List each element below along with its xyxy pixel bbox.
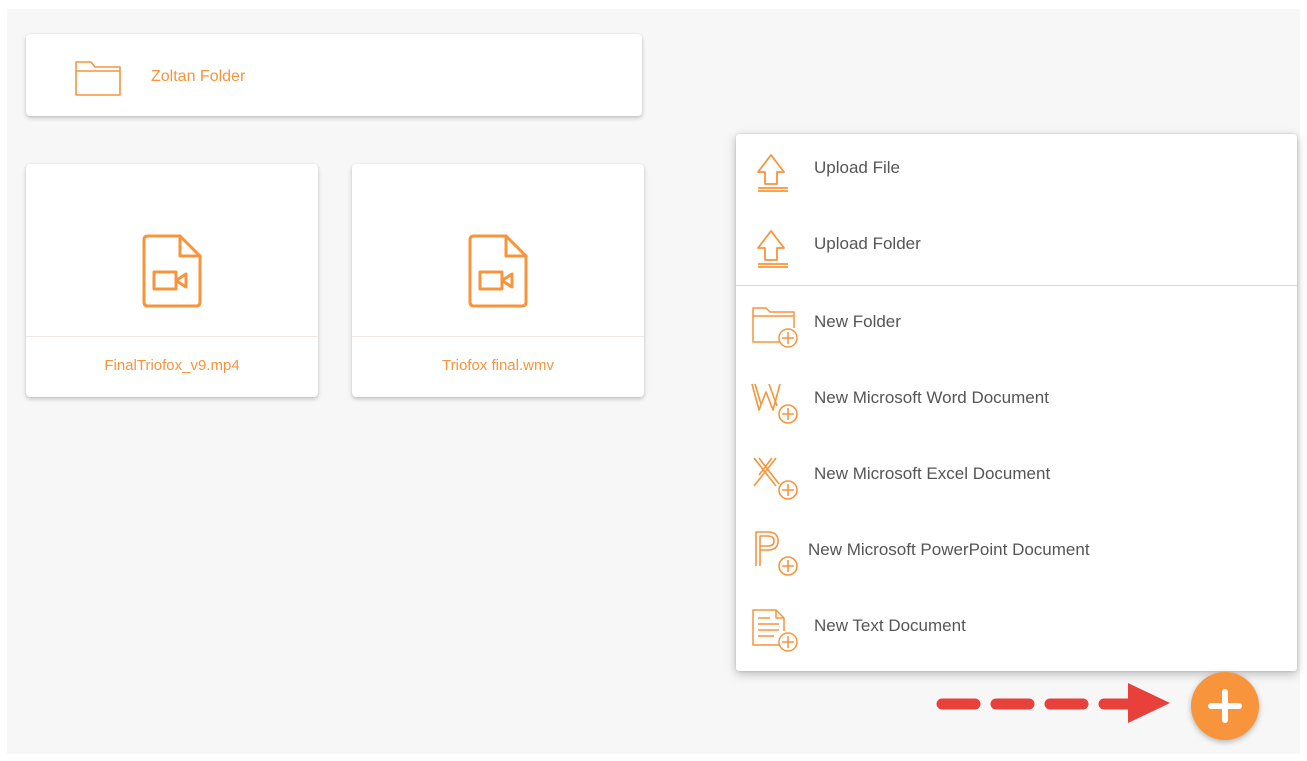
menu-item-label: New Microsoft Word Document	[814, 388, 1049, 407]
file-preview	[352, 164, 644, 337]
file-browser-workspace: Zoltan Folder FinalTriofox_v9.mp4 Triofo…	[7, 9, 1300, 754]
upload-icon	[757, 230, 788, 268]
menu-item-label: New Microsoft PowerPoint Document	[808, 540, 1090, 559]
file-name: Triofox final.wmv	[442, 357, 554, 374]
menu-new-word[interactable]: New Microsoft Word Document	[736, 368, 1297, 428]
new-powerpoint-icon	[755, 531, 798, 576]
menu-upload-folder[interactable]: Upload Folder	[736, 214, 1297, 274]
file-card-finaltriofox[interactable]: FinalTriofox_v9.mp4	[26, 164, 318, 397]
new-item-menu: Upload File Upload Folder New Folder New…	[736, 134, 1297, 671]
new-excel-icon	[753, 457, 798, 500]
file-preview	[26, 164, 318, 337]
menu-upload-file[interactable]: Upload File	[736, 138, 1297, 198]
new-text-icon	[752, 609, 798, 652]
new-folder-icon	[752, 307, 798, 348]
file-card-triofox-final[interactable]: Triofox final.wmv	[352, 164, 644, 397]
plus-icon	[1208, 689, 1242, 723]
dashed-arrow-icon	[936, 683, 1170, 723]
menu-new-powerpoint[interactable]: New Microsoft PowerPoint Document	[736, 520, 1297, 580]
video-file-icon	[468, 234, 528, 308]
add-button[interactable]	[1191, 672, 1259, 740]
menu-item-label: New Folder	[814, 312, 901, 331]
menu-divider	[736, 285, 1297, 286]
menu-item-label: Upload Folder	[814, 234, 921, 253]
folder-name: Zoltan Folder	[151, 68, 246, 85]
upload-icon	[757, 154, 788, 192]
file-name: FinalTriofox_v9.mp4	[104, 357, 240, 374]
menu-new-folder[interactable]: New Folder	[736, 292, 1297, 352]
video-file-icon	[142, 234, 202, 308]
menu-new-text[interactable]: New Text Document	[736, 596, 1297, 656]
menu-item-label: New Text Document	[814, 616, 966, 635]
folder-card-zoltan[interactable]: Zoltan Folder	[26, 34, 642, 116]
menu-item-label: Upload File	[814, 158, 900, 177]
menu-item-label: New Microsoft Excel Document	[814, 464, 1051, 483]
folder-icon	[75, 61, 121, 96]
menu-new-excel[interactable]: New Microsoft Excel Document	[736, 444, 1297, 504]
new-word-icon	[751, 383, 798, 424]
